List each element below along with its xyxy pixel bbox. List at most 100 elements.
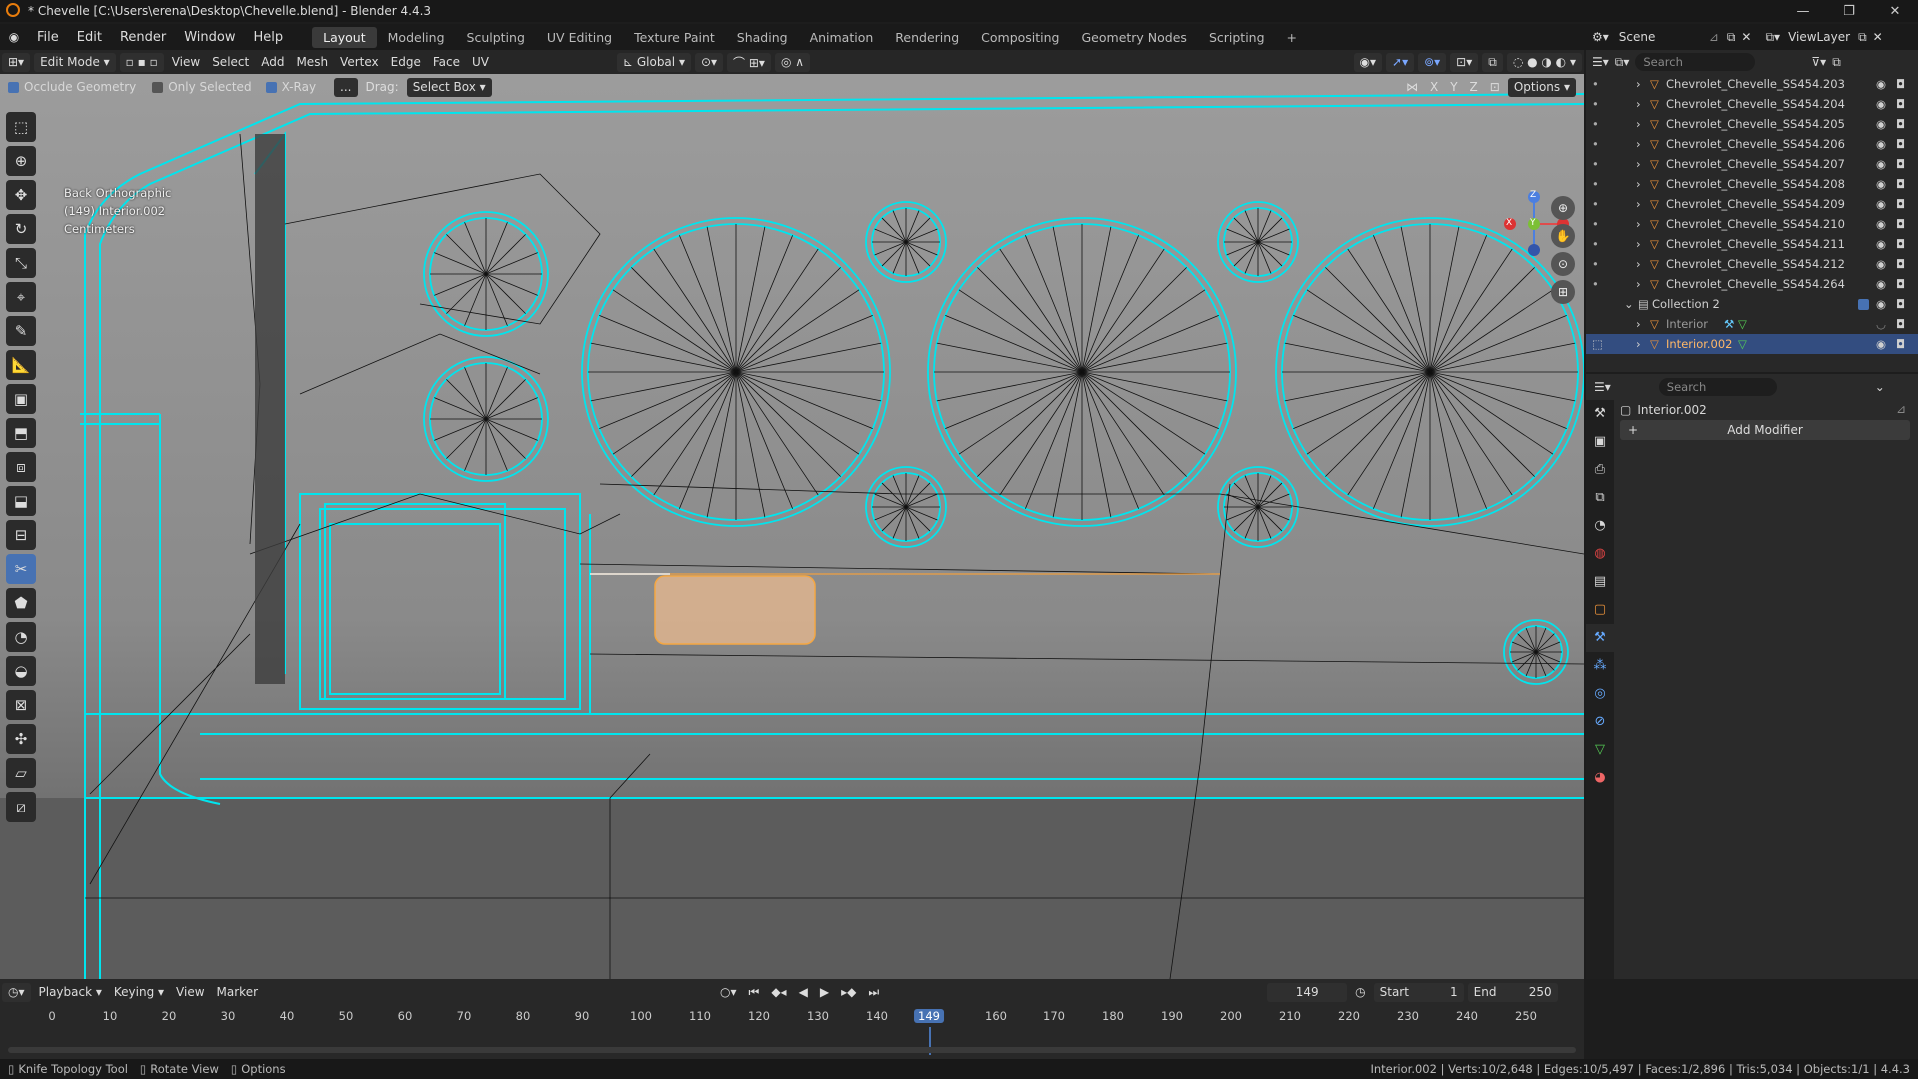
- new-view-layer-icon[interactable]: ⧉: [1858, 30, 1867, 45]
- mirror-icon[interactable]: ⋈: [1400, 78, 1424, 97]
- jump-end-icon[interactable]: ⏭: [862, 983, 885, 1002]
- add-modifier-button[interactable]: + Add Modifier: [1620, 420, 1910, 440]
- pivot-icon[interactable]: ⊙▾: [694, 52, 724, 72]
- outliner-search-input[interactable]: Search: [1635, 53, 1756, 71]
- collection-tab-icon[interactable]: ▤: [1586, 568, 1614, 596]
- play-icon[interactable]: ▶: [814, 983, 835, 1002]
- header-menu-add[interactable]: Add: [255, 53, 290, 72]
- header-menu-face[interactable]: Face: [427, 53, 466, 72]
- eye-icon[interactable]: ◉: [1876, 77, 1886, 91]
- new-collection-icon[interactable]: ⧉: [1832, 55, 1841, 70]
- object-tab-icon[interactable]: ▢: [1586, 596, 1614, 624]
- mesh-wireframe[interactable]: [0, 74, 1584, 979]
- occlude-geometry-checkbox[interactable]: Occlude Geometry: [8, 80, 136, 94]
- remove-view-layer-icon[interactable]: ✕: [1873, 30, 1883, 44]
- expand-chevron-icon[interactable]: ›: [1636, 177, 1641, 191]
- camera-icon[interactable]: ◘: [1896, 117, 1905, 131]
- modifier-tab-icon[interactable]: ⚒: [1586, 624, 1614, 652]
- shading-modes-icon[interactable]: ◌ ● ◑ ◐ ▾: [1506, 52, 1582, 72]
- expand-chevron-icon[interactable]: ›: [1636, 317, 1641, 331]
- axis-x-toggle[interactable]: X: [1424, 78, 1444, 97]
- header-menu-select[interactable]: Select: [206, 53, 255, 72]
- interior-row[interactable]: › ▽ Interior ⚒ ▽ ◡ ◘: [1586, 314, 1918, 334]
- pan-icon[interactable]: ✋: [1551, 224, 1575, 248]
- header-menu-mesh[interactable]: Mesh: [290, 53, 334, 72]
- interior002-row[interactable]: ⬚ › ▽ Interior.002 ▽ ◉ ◘: [1586, 334, 1918, 354]
- camera-icon[interactable]: ◘: [1896, 157, 1905, 171]
- menu-file[interactable]: File: [28, 30, 68, 45]
- render-tab-icon[interactable]: ▣: [1586, 428, 1614, 456]
- particles-tab-icon[interactable]: ⁂: [1586, 652, 1614, 680]
- visibility-icon[interactable]: ◉▾: [1353, 52, 1383, 72]
- add-cube-tool-icon[interactable]: ▣: [6, 384, 36, 414]
- properties-search-input[interactable]: Search: [1658, 378, 1777, 396]
- orientation-dropdown[interactable]: ⊾ Global ▾: [616, 52, 691, 72]
- expand-chevron-icon[interactable]: ›: [1636, 197, 1641, 211]
- expand-chevron-icon[interactable]: ⌄: [1624, 297, 1634, 311]
- outliner-item[interactable]: • › ▽ Chevrolet_Chevelle_SS454.209 ◉ ◘: [1586, 194, 1918, 214]
- menu-help[interactable]: Help: [245, 30, 293, 45]
- mesh-overlay-icon[interactable]: ⊡▾: [1450, 52, 1479, 72]
- output-tab-icon[interactable]: ⎙: [1586, 456, 1614, 484]
- selected-face[interactable]: [654, 575, 816, 645]
- camera-icon[interactable]: ◘: [1896, 97, 1905, 111]
- camera-icon[interactable]: ◘: [1896, 77, 1905, 91]
- camera-icon[interactable]: ◘: [1896, 137, 1905, 151]
- eye-hidden-icon[interactable]: ◡: [1876, 317, 1886, 331]
- expand-chevron-icon[interactable]: ›: [1636, 217, 1641, 231]
- eye-icon[interactable]: ◉: [1876, 117, 1886, 131]
- eye-icon[interactable]: ◉: [1876, 137, 1886, 151]
- overlay-toggle-icon[interactable]: ⊚▾: [1418, 52, 1447, 72]
- xray-toggle-icon[interactable]: ⧉: [1482, 52, 1503, 72]
- camera-view-icon[interactable]: ⊙: [1551, 252, 1575, 276]
- playback-menu[interactable]: Playback ▾: [33, 983, 108, 1002]
- tab-layout[interactable]: Layout: [312, 26, 377, 48]
- expand-chevron-icon[interactable]: ›: [1636, 77, 1641, 91]
- keying-menu[interactable]: Keying ▾: [108, 983, 170, 1002]
- marker-menu[interactable]: Marker: [211, 983, 264, 1002]
- remove-scene-icon[interactable]: ✕: [1741, 30, 1751, 44]
- only-selected-checkbox[interactable]: Only Selected: [152, 80, 252, 94]
- expand-chevron-icon[interactable]: ›: [1636, 257, 1641, 271]
- collection-row[interactable]: ⌄ ▤ Collection 2 ◉ ◘: [1586, 294, 1918, 314]
- camera-icon[interactable]: ◘: [1896, 337, 1905, 351]
- outliner-item[interactable]: • › ▽ Chevrolet_Chevelle_SS454.210 ◉ ◘: [1586, 214, 1918, 234]
- new-scene-icon[interactable]: ⧉: [1727, 30, 1736, 45]
- header-menu-uv[interactable]: UV: [466, 53, 495, 72]
- bevel-tool-icon[interactable]: ⬓: [6, 486, 36, 516]
- outliner-item[interactable]: • › ▽ Chevrolet_Chevelle_SS454.264 ◉ ◘: [1586, 274, 1918, 294]
- header-menu-vertex[interactable]: Vertex: [334, 53, 385, 72]
- transform-tool-icon[interactable]: ⌖: [6, 282, 36, 312]
- display-mode-icon[interactable]: ⧉▾: [1615, 55, 1630, 70]
- edge-slide-tool-icon[interactable]: ⊠: [6, 690, 36, 720]
- maximize-icon[interactable]: ❐: [1826, 0, 1872, 22]
- camera-icon[interactable]: ◘: [1896, 197, 1905, 211]
- zoom-icon[interactable]: ⊕: [1551, 196, 1575, 220]
- camera-icon[interactable]: ◘: [1896, 277, 1905, 291]
- expand-chevron-icon[interactable]: ›: [1636, 277, 1641, 291]
- knife-tool-icon[interactable]: ✂: [6, 554, 36, 584]
- shear-tool-icon[interactable]: ▱: [6, 758, 36, 788]
- xray-checkbox[interactable]: X-Ray: [265, 80, 316, 94]
- minimize-icon[interactable]: —: [1780, 0, 1826, 22]
- end-frame-field[interactable]: End 250: [1467, 982, 1558, 1002]
- annotate-tool-icon[interactable]: ✎: [6, 316, 36, 346]
- outliner-item[interactable]: • › ▽ Chevrolet_Chevelle_SS454.206 ◉ ◘: [1586, 134, 1918, 154]
- outliner-item[interactable]: • › ▽ Chevrolet_Chevelle_SS454.211 ◉ ◘: [1586, 234, 1918, 254]
- pin-properties-icon[interactable]: ⊿: [1896, 402, 1906, 416]
- measure-tool-icon[interactable]: 📐: [6, 350, 36, 380]
- tab-shading[interactable]: Shading: [726, 27, 799, 48]
- expand-chevron-icon[interactable]: ›: [1636, 157, 1641, 171]
- add-workspace-icon[interactable]: +: [1276, 27, 1308, 48]
- view-layer-icon[interactable]: ⧉▾: [1765, 30, 1780, 45]
- select-mode-buttons[interactable]: ▫ ▪ ▫: [119, 52, 164, 72]
- uv-sync-icon[interactable]: ⊡: [1484, 78, 1506, 97]
- tab-uv-editing[interactable]: UV Editing: [536, 27, 623, 48]
- world-tab-icon[interactable]: ◍: [1586, 540, 1614, 568]
- frame-ruler[interactable]: 0 10 20 30 40 50 60 70 80 90 100 110 120 130 140 149 160…: [0, 1007, 1584, 1027]
- header-menu-edge[interactable]: Edge: [385, 53, 427, 72]
- axis-y-toggle[interactable]: Y: [1444, 78, 1463, 97]
- tab-geometry-nodes[interactable]: Geometry Nodes: [1071, 27, 1198, 48]
- blender-menu-icon[interactable]: ◉: [0, 30, 28, 44]
- autokey-icon[interactable]: ○▾: [714, 983, 743, 1002]
